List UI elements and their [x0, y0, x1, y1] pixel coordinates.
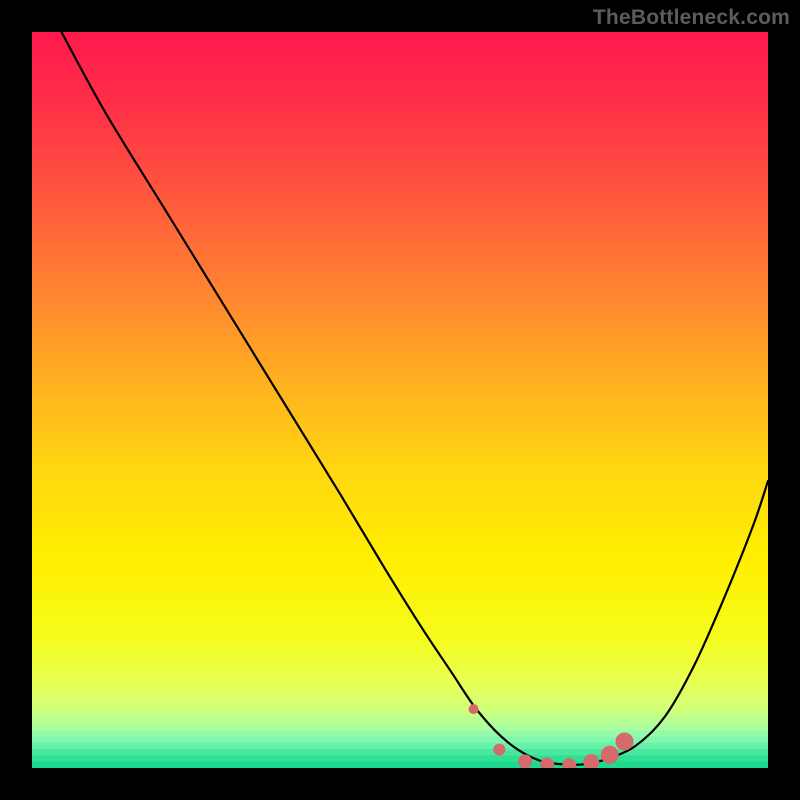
chart-frame: TheBottleneck.com — [0, 0, 800, 800]
data-markers — [32, 32, 768, 768]
plot-area — [32, 32, 768, 768]
watermark-label: TheBottleneck.com — [593, 6, 790, 30]
